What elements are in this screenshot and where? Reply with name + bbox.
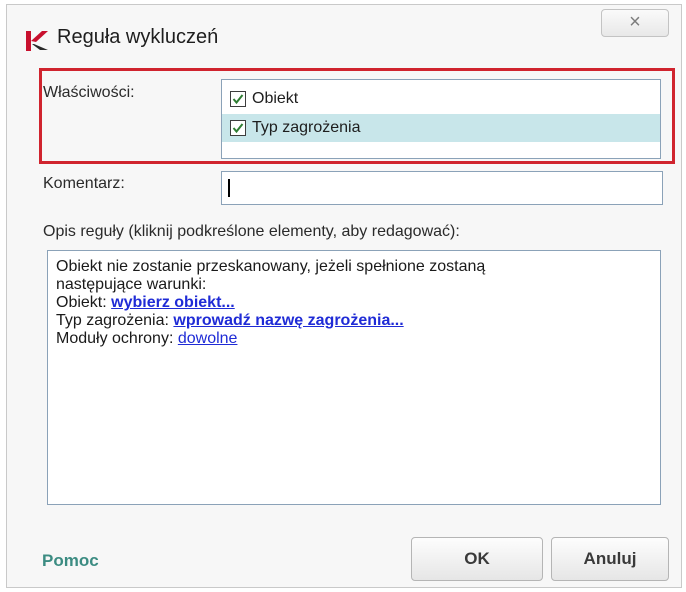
rule-modules-line: Moduły ochrony: dowolne [56,330,652,348]
checkbox-threat-type[interactable] [230,120,246,136]
ok-button[interactable]: OK [411,537,543,581]
rule-threat-line: Typ zagrożenia: wprowadź nazwę zagrożeni… [56,312,652,330]
text-caret [228,179,230,197]
window-title: Reguła wykluczeń [57,26,219,48]
object-prefix: Obiekt: [56,294,112,311]
property-label-object: Obiekt [252,90,299,107]
close-button[interactable]: × [601,9,669,37]
rule-description-heading: Opis reguły (kliknij podkreślone element… [43,223,460,240]
rule-text-line-2: następujące warunki: [56,276,207,293]
title-bar: Reguła wykluczeń × [7,5,681,63]
cancel-button[interactable]: Anuluj [551,537,669,581]
select-object-link[interactable]: wybierz obiekt... [111,294,235,311]
check-icon [232,123,244,134]
property-label-threat-type: Typ zagrożenia [252,119,361,136]
property-item-threat-type[interactable]: Typ zagrożenia [222,114,660,142]
kaspersky-logo-icon [25,29,49,53]
threat-prefix: Typ zagrożenia: [56,312,174,329]
comment-label: Komentarz: [43,175,125,192]
protection-modules-link[interactable]: dowolne [178,330,238,347]
comment-input[interactable] [221,171,663,205]
properties-list[interactable]: Obiekt Typ zagrożenia [221,79,661,159]
dialog-window: Reguła wykluczeń × Właściwości: Obiekt T… [6,4,682,588]
rule-text-line-1: Obiekt nie zostanie przeskanowany, jeżel… [56,258,486,275]
enter-threat-name-link[interactable]: wprowadź nazwę zagrożenia... [173,312,403,329]
close-icon: × [629,11,641,33]
rule-object-line: Obiekt: wybierz obiekt... [56,294,652,312]
property-item-object[interactable]: Obiekt [222,85,660,113]
check-icon [232,94,244,105]
rule-description-box: Obiekt nie zostanie przeskanowany, jeżel… [47,250,661,505]
properties-label: Właściwości: [43,84,135,101]
modules-prefix: Moduły ochrony: [56,330,178,347]
help-link[interactable]: Pomoc [42,551,99,571]
checkbox-object[interactable] [230,91,246,107]
